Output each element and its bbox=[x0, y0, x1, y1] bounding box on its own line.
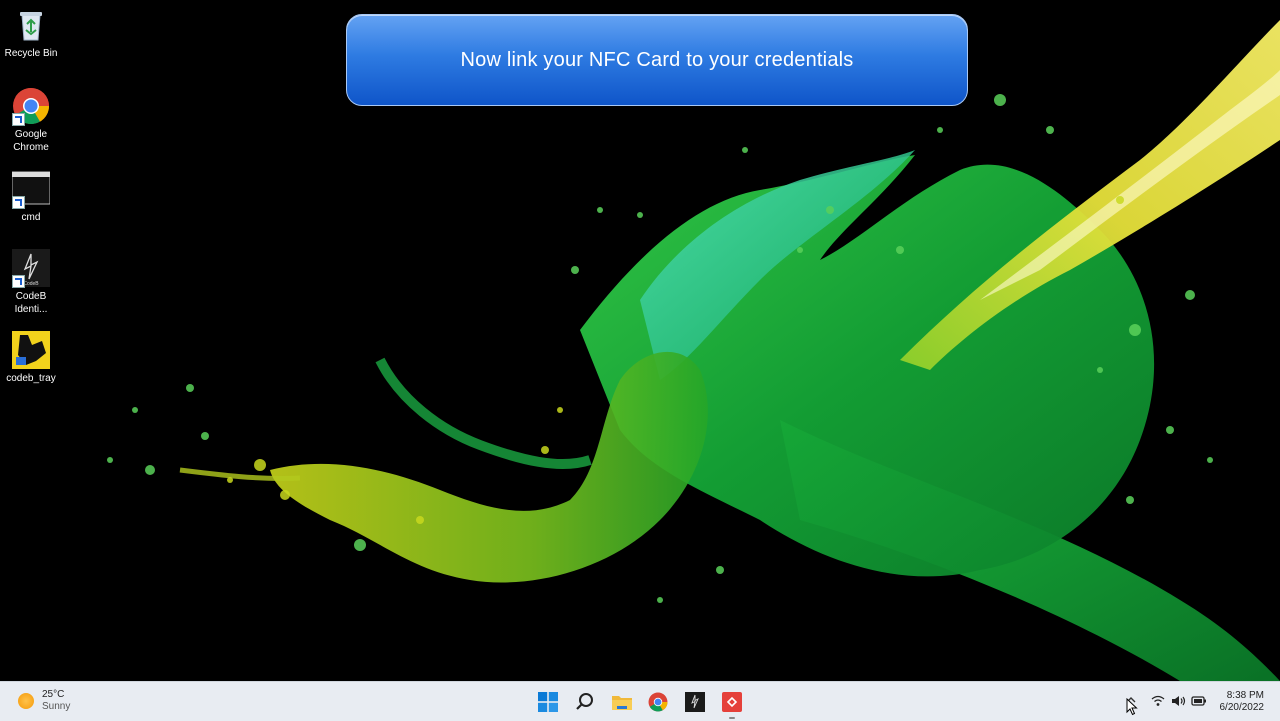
wifi-button[interactable] bbox=[1151, 694, 1165, 712]
sunny-weather-icon bbox=[18, 693, 34, 709]
desktop-icon-google-chrome[interactable]: Google Chrome bbox=[0, 87, 62, 154]
clock-date: 6/20/2022 bbox=[1219, 702, 1265, 713]
weather-temperature: 25°C bbox=[42, 689, 65, 700]
system-clock[interactable]: 8:38 PM 6/20/2022 bbox=[1220, 690, 1265, 714]
wifi-icon bbox=[1151, 695, 1165, 706]
start-button[interactable] bbox=[535, 689, 561, 715]
codeb-identity-icon bbox=[685, 692, 705, 712]
codeb-identity-icon: CodeB bbox=[12, 249, 50, 288]
desktop-icon-label: Recycle Bin bbox=[4, 48, 58, 59]
desktop-icon-cmd[interactable]: cmd bbox=[0, 170, 62, 224]
windows-start-icon bbox=[538, 692, 558, 712]
weather-condition: Sunny bbox=[42, 701, 71, 712]
desktop-icon-label: codeb_tray bbox=[6, 373, 56, 384]
file-explorer-icon bbox=[612, 696, 632, 710]
taskbar-search-button[interactable] bbox=[572, 689, 598, 715]
codeb-tray-taskbar-button[interactable] bbox=[719, 689, 745, 719]
recycle-bin-icon bbox=[12, 6, 50, 44]
volume-button[interactable] bbox=[1171, 694, 1187, 712]
desktop-icon-label: CodeB Identi... bbox=[14, 291, 48, 315]
search-icon bbox=[576, 693, 593, 710]
desktop-icon-label: Google Chrome bbox=[13, 129, 49, 153]
shortcut-arrow-icon bbox=[12, 275, 25, 288]
chrome-icon bbox=[12, 87, 50, 126]
codeb-identity-taskbar-button[interactable] bbox=[682, 689, 708, 715]
mouse-cursor-icon bbox=[1126, 698, 1138, 716]
clock-time: 8:38 PM bbox=[1226, 690, 1264, 701]
taskbar: 25°C Sunny 8:38 PM 6/20/2022 bbox=[0, 681, 1280, 721]
instruction-banner: Now link your NFC Card to your credentia… bbox=[346, 14, 968, 106]
codeb-logo-text: CodeB bbox=[23, 281, 39, 287]
chrome-icon bbox=[648, 692, 668, 712]
battery-charging-icon bbox=[1191, 696, 1206, 706]
chrome-taskbar-button[interactable] bbox=[645, 689, 671, 715]
running-indicator bbox=[729, 717, 735, 719]
codeb-tray-app-icon bbox=[722, 692, 742, 712]
desktop-icon-label: cmd bbox=[21, 212, 41, 223]
desktop-icon-recycle-bin[interactable]: Recycle Bin bbox=[0, 6, 62, 60]
desktop-icon-codeb-identity[interactable]: CodeB CodeB Identi... bbox=[0, 249, 62, 316]
desktop-icon-codeb-tray[interactable]: codeb_tray bbox=[0, 331, 62, 385]
banner-text: Now link your NFC Card to your credentia… bbox=[460, 48, 854, 71]
file-explorer-button[interactable] bbox=[609, 689, 635, 715]
shortcut-arrow-icon bbox=[12, 113, 25, 126]
cmd-icon bbox=[11, 170, 51, 209]
weather-widget[interactable]: 25°C Sunny bbox=[18, 689, 70, 713]
battery-button[interactable] bbox=[1191, 694, 1207, 712]
volume-icon bbox=[1172, 696, 1186, 706]
codeb-tray-icon bbox=[12, 331, 50, 369]
shortcut-arrow-icon bbox=[12, 196, 25, 209]
